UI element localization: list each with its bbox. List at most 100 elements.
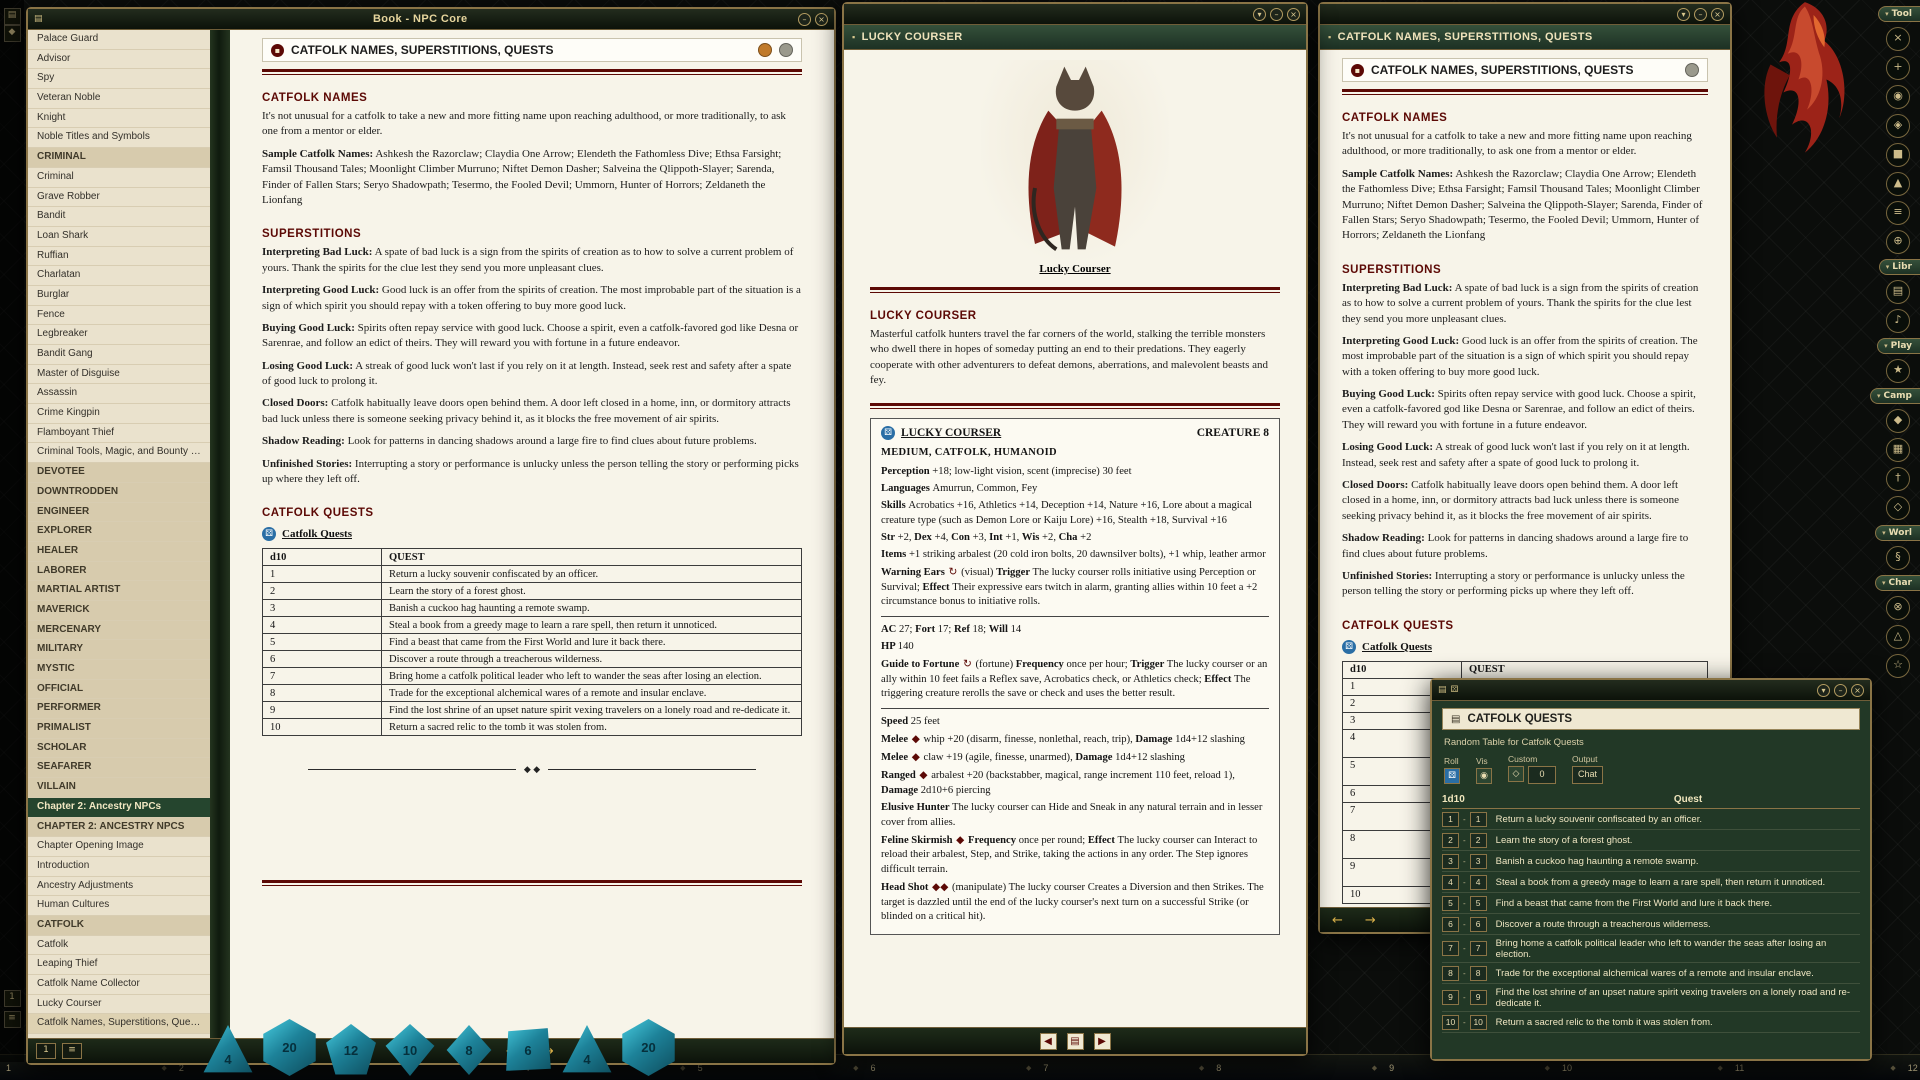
die[interactable]: 20	[261, 1019, 318, 1076]
catfolk-quests-link[interactable]: ⚄ Catfolk Quests	[262, 527, 802, 541]
toc-item[interactable]: MAVERICK	[28, 601, 210, 621]
rolltable-result-row[interactable]: 1 - 1 Return a lucky souvenir confiscate…	[1442, 809, 1860, 830]
rolltable-result-row[interactable]: 4 - 4 Steal a book from a greedy mage to…	[1442, 872, 1860, 893]
toc-item[interactable]: Loan Shark	[28, 227, 210, 247]
rolltable-result-row[interactable]: 5 - 5 Find a beast that came from the Fi…	[1442, 893, 1860, 914]
window-minimize-button[interactable]: –	[1694, 8, 1707, 21]
die[interactable]: 6	[502, 1024, 554, 1076]
rail-add-icon[interactable]: ▾ +	[1886, 56, 1910, 80]
book-window-titlebar[interactable]: ▤ Book - NPC Core – ×	[28, 9, 834, 30]
rolltable-result-row[interactable]: 10 - 10 Return a sacred relic to the tom…	[1442, 1012, 1860, 1033]
page-lock-button[interactable]	[1685, 63, 1699, 77]
previous-page-button[interactable]: ◀	[1040, 1033, 1057, 1050]
die[interactable]: 4	[561, 1024, 613, 1076]
catfolk-quests-link[interactable]: ⚄ Catfolk Quests	[1342, 640, 1708, 654]
toc-item[interactable]: MERCENARY	[28, 621, 210, 641]
rolltable-result-row[interactable]: 3 - 3 Banish a cuckoo hag haunting a rem…	[1442, 851, 1860, 872]
toc-item[interactable]: VILLAIN	[28, 778, 210, 798]
hotbar-slot[interactable]: 6 ◆	[864, 1055, 1037, 1080]
sidebar-tab-character[interactable]: ▾ Char	[1875, 575, 1920, 591]
rail-close-icon[interactable]: ▾ ×	[1886, 27, 1910, 51]
previous-page-button[interactable]: ←	[1332, 914, 1343, 927]
rail-hollow-triangle-icon[interactable]: ▾ △	[1886, 625, 1910, 649]
rail-hollow-star-icon[interactable]: ▾ ☆	[1886, 654, 1910, 678]
rail-tile-icon[interactable]: ▾ ■	[1886, 143, 1910, 167]
toc-item[interactable]: Spy	[28, 69, 210, 89]
window-close-button[interactable]: ×	[1711, 8, 1724, 21]
rail-terrain-icon[interactable]: ▾ ▲	[1886, 172, 1910, 196]
rail-star-icon[interactable]: ▾ ★	[1886, 359, 1910, 383]
toc-item[interactable]: OFFICIAL	[28, 680, 210, 700]
toc-item[interactable]: Noble Titles and Symbols	[28, 128, 210, 148]
toc-item[interactable]: Flamboyant Thief	[28, 424, 210, 444]
die[interactable]: 4	[202, 1024, 254, 1076]
rolltable-result-row[interactable]: 7 - 7 Bring home a catfolk political lea…	[1442, 935, 1860, 963]
lucky-courser-image[interactable]	[981, 60, 1169, 260]
toc-item[interactable]: Assassin	[28, 384, 210, 404]
rail-target-icon[interactable]: ▾ ◉	[1886, 85, 1910, 109]
toc-item[interactable]: Chapter Opening Image	[28, 837, 210, 857]
page-lock-button[interactable]	[779, 43, 793, 57]
courser-window-titlebar[interactable]: ▾ – ×	[844, 4, 1306, 25]
page-share-button[interactable]	[758, 43, 772, 57]
toc-item[interactable]: MYSTIC	[28, 660, 210, 680]
toc-item[interactable]: DEVOTEE	[28, 463, 210, 483]
die[interactable]: 10	[384, 1024, 436, 1076]
sidebar-tab-campaign[interactable]: ▾ Camp	[1870, 388, 1920, 404]
toc-item[interactable]: Catfolk Names, Superstitions, Quests	[28, 1014, 210, 1034]
toc-item[interactable]: Bandit Gang	[28, 345, 210, 365]
toc-item[interactable]: Legbreaker	[28, 325, 210, 345]
custom-toggle-button[interactable]: ◇	[1508, 766, 1524, 782]
toc-item[interactable]: Lucky Courser	[28, 995, 210, 1015]
toc-item[interactable]: Ancestry Adjustments	[28, 877, 210, 897]
hotbar-grip-icon[interactable]: ≡	[4, 1011, 21, 1028]
rail-settings-icon[interactable]: ▾ §	[1886, 546, 1910, 570]
output-chat-button[interactable]: Chat	[1572, 766, 1603, 784]
hotbar-slot[interactable]: 8 ◆	[1210, 1055, 1383, 1080]
custom-value[interactable]: 0	[1528, 766, 1556, 784]
rail-grid-icon[interactable]: ▾ ▦	[1886, 438, 1910, 462]
toc-item[interactable]: Charlatan	[28, 266, 210, 286]
toc-item[interactable]: Introduction	[28, 857, 210, 877]
toc-item[interactable]: Leaping Thief	[28, 955, 210, 975]
window-minimize-button[interactable]: –	[1270, 8, 1283, 21]
collapse-ui-icon[interactable]: ▤	[4, 8, 21, 25]
toc-item[interactable]: LABORER	[28, 562, 210, 582]
rail-measure-icon[interactable]: ▾ ⊕	[1886, 230, 1910, 254]
sidebar-tab-tools[interactable]: ▾ Tool	[1878, 6, 1920, 22]
rail-menu-icon[interactable]: ▾ ≡	[1886, 201, 1910, 225]
rolltable-result-row[interactable]: 8 - 8 Trade for the exceptional alchemic…	[1442, 963, 1860, 984]
toc-item[interactable]: MILITARY	[28, 640, 210, 660]
toc-item[interactable]: Human Cultures	[28, 896, 210, 916]
next-page-button[interactable]: →	[1365, 914, 1376, 927]
toc-item[interactable]: SEAFARER	[28, 758, 210, 778]
window-collapse-button[interactable]: ▾	[1817, 684, 1830, 697]
article-window-titlebar[interactable]: ▾ – ×	[1320, 4, 1730, 25]
rail-playlist-icon[interactable]: ▾ ♪	[1886, 309, 1910, 333]
toc-item[interactable]: PERFORMER	[28, 699, 210, 719]
toc-item[interactable]: PRIMALIST	[28, 719, 210, 739]
window-close-button[interactable]: ×	[1287, 8, 1300, 21]
pages-button[interactable]: ▤	[1067, 1033, 1084, 1050]
sidebar-tab-players[interactable]: ▾ Play	[1877, 338, 1920, 354]
toc-item[interactable]: Ruffian	[28, 247, 210, 267]
die[interactable]: 20	[620, 1019, 677, 1076]
sidebar-tab-library[interactable]: ▾ Libr	[1879, 259, 1920, 275]
toc-item[interactable]: Advisor	[28, 50, 210, 70]
toc-item[interactable]: Chapter 2: Ancestry NPCs	[28, 798, 210, 818]
window-close-button[interactable]: ×	[815, 13, 828, 26]
toc-item[interactable]: Criminal	[28, 168, 210, 188]
toc-item[interactable]: HEALER	[28, 542, 210, 562]
hotbar-slot[interactable]: 12 ◆	[1902, 1055, 1920, 1080]
roll-table-button[interactable]: ⚄	[1444, 768, 1460, 784]
toc-item[interactable]: Master of Disguise	[28, 365, 210, 385]
toc-item[interactable]: CRIMINAL	[28, 148, 210, 168]
window-collapse-button[interactable]: ▾	[1677, 8, 1690, 21]
hotbar-slot[interactable]: 7 ◆	[1037, 1055, 1210, 1080]
toc-item[interactable]: DOWNTRODDEN	[28, 483, 210, 503]
toc-item[interactable]: Catfolk	[28, 936, 210, 956]
sidebar-tab-world[interactable]: ▾ Worl	[1875, 525, 1920, 541]
toc-item[interactable]: CATFOLK	[28, 916, 210, 936]
visibility-toggle-button[interactable]: ◉	[1476, 768, 1492, 784]
footer-grip-icon[interactable]: ≡	[62, 1043, 82, 1059]
